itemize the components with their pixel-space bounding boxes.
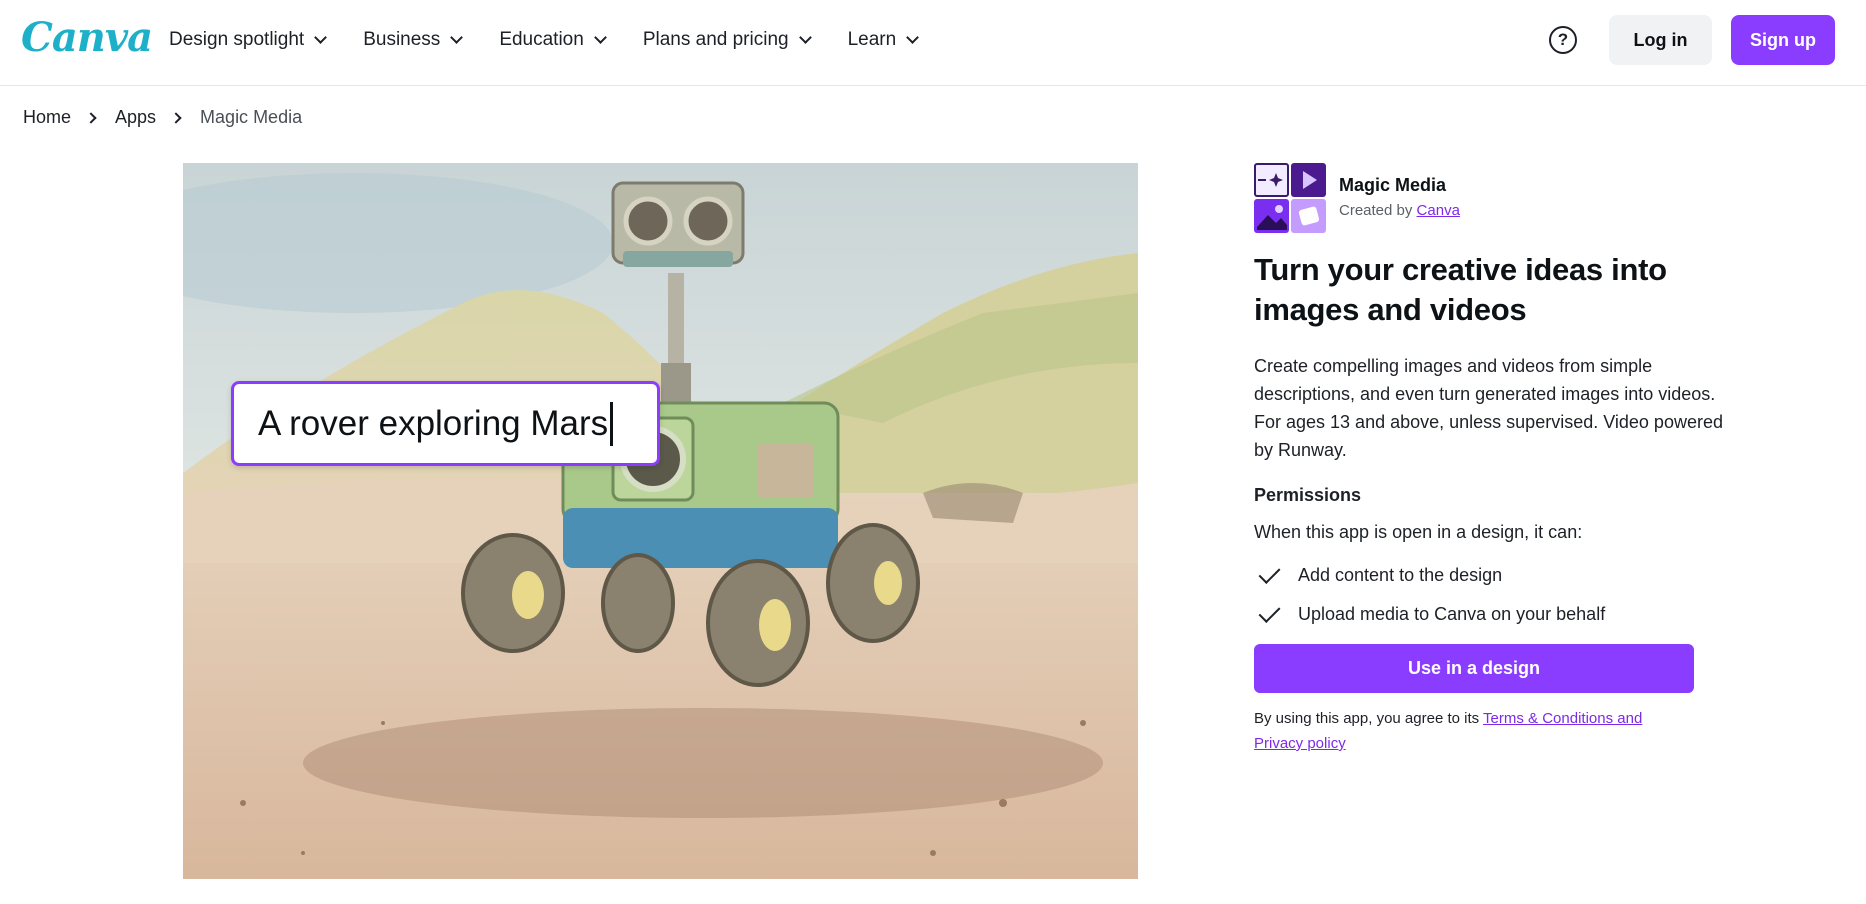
nav-label: Education: [499, 29, 584, 50]
chevron-down-icon: [593, 30, 607, 44]
chevron-down-icon: [798, 30, 812, 44]
pen-icon: [1291, 199, 1326, 233]
nav-label: Learn: [847, 29, 897, 50]
terms-prefix: By using this app, you agree to its: [1254, 710, 1480, 727]
app-meta: Magic Media Created by Canva: [1339, 175, 1460, 233]
main-nav: Design spotlight Business Education Plan…: [169, 24, 955, 56]
checkmark-icon: [1258, 561, 1281, 584]
chevron-right-icon: [170, 111, 182, 124]
hero-image: A rover exploring Mars: [183, 163, 1138, 879]
breadcrumb-home[interactable]: Home: [23, 107, 71, 128]
list-item: Upload media to Canva on your behalf: [1256, 595, 1605, 634]
checkmark-icon: [1258, 600, 1281, 623]
list-item: Add content to the design: [1256, 556, 1605, 595]
app-header: Magic Media Created by Canva: [1254, 163, 1460, 233]
use-in-design-button[interactable]: Use in a design: [1254, 644, 1694, 693]
magic-media-app-icon: [1254, 163, 1326, 233]
terms-notice: By using this app, you agree to its Term…: [1254, 706, 1694, 756]
prompt-text: A rover exploring Mars: [258, 403, 609, 443]
breadcrumb: Home Apps Magic Media: [23, 107, 302, 128]
app-description: Create compelling images and videos from…: [1254, 356, 1723, 460]
permissions-heading: Permissions: [1254, 485, 1362, 505]
chevron-down-icon: [906, 30, 920, 44]
app-creator-line: Created by Canva: [1339, 202, 1460, 219]
page-title: Turn your creative ideas into images and…: [1254, 252, 1667, 327]
chevron-down-icon: [314, 30, 328, 44]
prompt-input[interactable]: A rover exploring Mars: [231, 381, 660, 466]
app-name: Magic Media: [1339, 175, 1447, 195]
nav-label: Plans and pricing: [642, 29, 789, 50]
nav-label: Business: [363, 29, 441, 50]
permission-label: Upload media to Canva on your behalf: [1298, 604, 1606, 624]
nav-learn[interactable]: Learn: [847, 29, 920, 51]
top-navigation: Canva Design spotlight Business Educatio…: [0, 0, 1866, 86]
image-icon: [1254, 199, 1289, 233]
permission-label: Add content to the design: [1298, 565, 1503, 585]
nav-plans-and-pricing[interactable]: Plans and pricing: [642, 29, 812, 51]
breadcrumb-apps[interactable]: Apps: [115, 107, 156, 128]
log-in-button[interactable]: Log in: [1609, 15, 1712, 65]
rover-illustration: [183, 163, 1138, 879]
sign-up-button[interactable]: Sign up: [1731, 15, 1835, 65]
nav-design-spotlight[interactable]: Design spotlight: [169, 29, 328, 51]
nav-label: Design spotlight: [169, 29, 305, 50]
nav-business[interactable]: Business: [363, 29, 464, 51]
permissions-intro: When this app is open in a design, it ca…: [1254, 522, 1583, 542]
chevron-right-icon: [85, 111, 97, 124]
sparkle-icon: [1254, 163, 1289, 197]
permissions-list: Add content to the design Upload media t…: [1256, 556, 1605, 634]
play-icon: [1291, 163, 1326, 197]
nav-education[interactable]: Education: [499, 29, 607, 51]
created-by-label: Created by: [1339, 202, 1413, 219]
canva-logo[interactable]: Canva: [21, 14, 153, 61]
creator-link[interactable]: Canva: [1417, 202, 1460, 219]
text-cursor: [610, 401, 614, 446]
question-circle-icon[interactable]: ?: [1549, 26, 1577, 54]
chevron-down-icon: [450, 30, 464, 44]
breadcrumb-current: Magic Media: [200, 107, 303, 127]
